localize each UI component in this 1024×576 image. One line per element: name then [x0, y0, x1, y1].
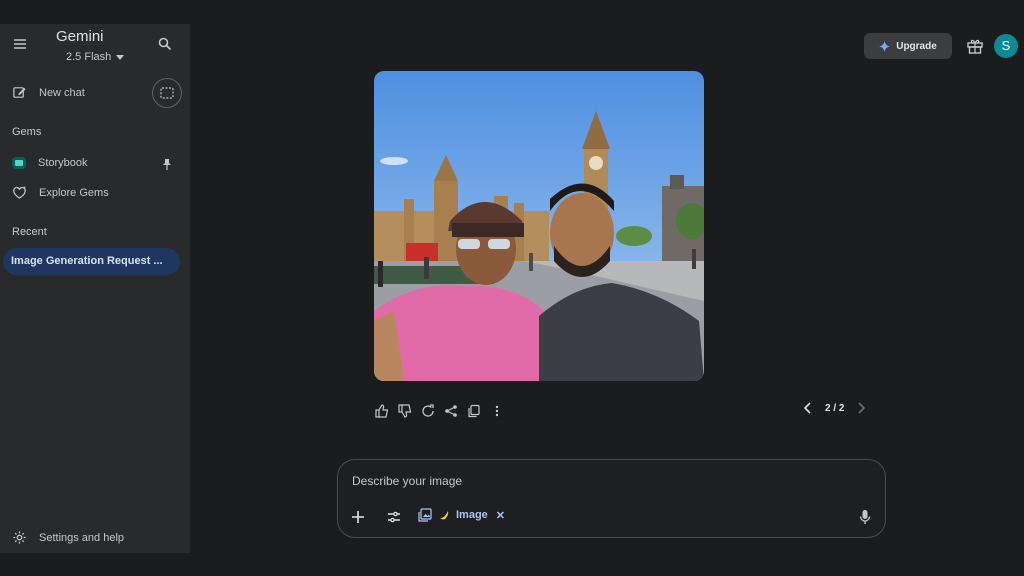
gems-heading: Gems — [12, 126, 42, 138]
gear-icon — [12, 530, 27, 545]
upgrade-label: Upgrade — [896, 40, 937, 52]
gem-storybook[interactable]: Storybook — [12, 156, 88, 170]
top-band — [0, 0, 1024, 24]
gem-label: Explore Gems — [39, 186, 109, 199]
gallery-icon — [418, 508, 432, 522]
gift-icon[interactable] — [966, 38, 984, 54]
settings-label: Settings and help — [39, 531, 125, 544]
prompt-input[interactable] — [352, 472, 852, 490]
chevron-left-icon[interactable] — [803, 402, 813, 414]
gem-label: Storybook — [38, 157, 88, 169]
prompt-box: Image ✕ — [337, 459, 886, 538]
close-icon[interactable]: ✕ — [496, 509, 505, 522]
response-actions — [374, 403, 504, 418]
thumbs-up-icon[interactable] — [374, 403, 389, 418]
temporary-chat-icon — [160, 87, 174, 99]
upgrade-button[interactable]: Upgrade — [864, 33, 952, 59]
share-icon[interactable] — [443, 403, 458, 418]
caret-down-icon — [116, 54, 125, 60]
edit-icon — [12, 85, 27, 100]
recent-heading: Recent — [12, 226, 47, 238]
chevron-right-icon[interactable] — [856, 402, 866, 414]
settings-and-help-button[interactable]: Settings and help — [12, 530, 124, 545]
model-label: 2.5 Flash — [66, 51, 112, 63]
new-chat-button[interactable]: New chat — [12, 85, 85, 100]
explore-gems-icon — [12, 185, 27, 200]
recent-chat-item[interactable]: Image Generation Request ... — [3, 248, 180, 275]
temporary-chat-button[interactable] — [152, 78, 182, 108]
tools-icon[interactable] — [386, 509, 402, 525]
microphone-icon[interactable] — [858, 509, 872, 525]
pin-icon[interactable] — [162, 158, 172, 170]
app-title: Gemini — [56, 28, 104, 45]
model-selector[interactable]: 2.5 Flash — [66, 51, 125, 63]
bottom-band — [0, 553, 1024, 576]
add-icon[interactable] — [350, 509, 366, 525]
avatar[interactable]: S — [994, 34, 1018, 58]
more-options-icon[interactable] — [489, 403, 504, 418]
copy-icon[interactable] — [466, 403, 481, 418]
menu-icon[interactable] — [10, 34, 30, 54]
generated-image[interactable] — [374, 71, 704, 381]
gem-explore[interactable]: Explore Gems — [12, 185, 109, 200]
sparkle-icon — [879, 40, 891, 52]
image-pager: 2 / 2 — [803, 402, 866, 414]
image-chip-label: Image — [456, 509, 488, 521]
banana-icon — [438, 509, 450, 521]
regenerate-icon[interactable] — [420, 403, 435, 418]
new-chat-label: New chat — [39, 86, 85, 99]
pager-label: 2 / 2 — [825, 402, 845, 414]
search-icon[interactable] — [157, 36, 173, 52]
thumbs-down-icon[interactable] — [397, 403, 412, 418]
storybook-icon — [12, 156, 26, 170]
sidebar: Gemini 2.5 Flash New chat Gems Storybook… — [0, 24, 190, 553]
image-tool-chip[interactable]: Image ✕ — [418, 508, 505, 522]
